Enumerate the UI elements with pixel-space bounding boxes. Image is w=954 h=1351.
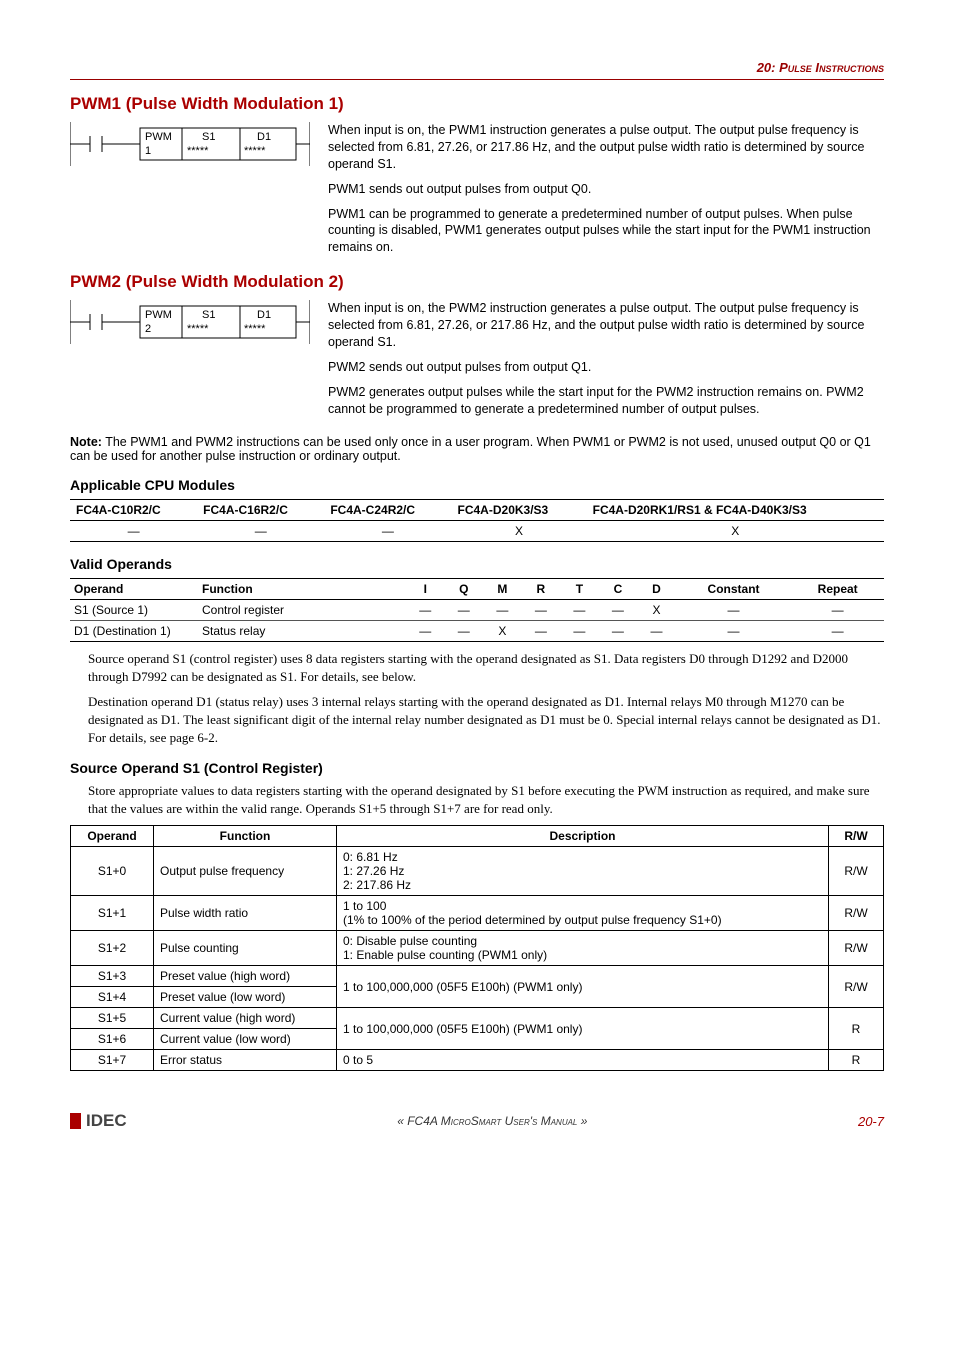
valid-operands-table: Operand Function I Q M R T C D Constant … — [70, 578, 884, 642]
col-operand: Operand — [70, 579, 198, 600]
note-text: The PWM1 and PWM2 instructions can be us… — [70, 435, 871, 463]
svg-text:*****: ***** — [244, 323, 266, 335]
source-operand-intro: Store appropriate values to data registe… — [88, 782, 884, 817]
pwm1-paragraph-3: PWM1 can be programmed to generate a pre… — [328, 206, 884, 257]
src-col-rw: R/W — [829, 826, 884, 847]
pwm2-ladder-diagram: PWM 2 S1 ***** D1 ***** — [70, 300, 310, 348]
table-row: S1+7 Error status 0 to 5 R — [71, 1050, 884, 1071]
footer-manual-title: « FC4A MicroSmart User's Manual » — [397, 1114, 587, 1128]
pwm1-paragraph-1: When input is on, the PWM1 instruction g… — [328, 122, 884, 173]
col-I: I — [406, 579, 445, 600]
source-operand-heading: Source Operand S1 (Control Register) — [70, 760, 884, 776]
svg-text:S1: S1 — [202, 309, 215, 321]
col-Q: Q — [445, 579, 484, 600]
cpu-col-3: FC4A-D20K3/S3 — [452, 500, 587, 521]
col-C: C — [599, 579, 638, 600]
table-row: S1+3 Preset value (high word) 1 to 100,0… — [71, 966, 884, 987]
pwm2-paragraph-3: PWM2 generates output pulses while the s… — [328, 384, 884, 418]
src-col-operand: Operand — [71, 826, 154, 847]
col-T: T — [560, 579, 599, 600]
table-row: S1+0 Output pulse frequency 0: 6.81 Hz 1… — [71, 847, 884, 896]
table-row: — — — X X — [70, 521, 884, 542]
col-D: D — [637, 579, 676, 600]
cpu-col-0: FC4A-C10R2/C — [70, 500, 197, 521]
applicable-cpu-table: FC4A-C10R2/C FC4A-C16R2/C FC4A-C24R2/C F… — [70, 499, 884, 542]
chapter-header: 20: Pulse Instructions — [70, 60, 884, 80]
svg-text:S1: S1 — [202, 131, 215, 143]
src-col-function: Function — [154, 826, 337, 847]
source-operand-table: Operand Function Description R/W S1+0 Ou… — [70, 825, 884, 1071]
svg-text:*****: ***** — [187, 323, 209, 335]
svg-text:PWM: PWM — [145, 309, 172, 321]
svg-text:1: 1 — [145, 145, 151, 157]
svg-text:D1: D1 — [257, 309, 271, 321]
pwm2-paragraph-2: PWM2 sends out output pulses from output… — [328, 359, 884, 376]
applicable-cpu-heading: Applicable CPU Modules — [70, 477, 884, 493]
valid-operands-heading: Valid Operands — [70, 556, 884, 572]
body-paragraph-1: Source operand S1 (control register) use… — [88, 650, 884, 685]
col-constant: Constant — [676, 579, 792, 600]
note-label: Note: — [70, 435, 102, 449]
svg-text:PWM: PWM — [145, 131, 172, 143]
note-paragraph: Note: The PWM1 and PWM2 instructions can… — [70, 435, 884, 463]
table-row: D1 (Destination 1) Status relay — — X — … — [70, 621, 884, 642]
pwm1-ladder-diagram: PWM 1 S1 ***** D1 ***** — [70, 122, 310, 170]
table-row: S1+5 Current value (high word) 1 to 100,… — [71, 1008, 884, 1029]
col-repeat: Repeat — [791, 579, 884, 600]
col-R: R — [522, 579, 561, 600]
cpu-col-1: FC4A-C16R2/C — [197, 500, 324, 521]
table-row: S1+1 Pulse width ratio 1 to 100 (1% to 1… — [71, 896, 884, 931]
pwm2-paragraph-1: When input is on, the PWM2 instruction g… — [328, 300, 884, 351]
col-M: M — [483, 579, 522, 600]
pwm1-heading: PWM1 (Pulse Width Modulation 1) — [70, 94, 884, 114]
svg-text:*****: ***** — [187, 145, 209, 157]
idec-logo: IDEC — [70, 1111, 127, 1131]
page-footer: IDEC « FC4A MicroSmart User's Manual » 2… — [70, 1111, 884, 1131]
svg-text:2: 2 — [145, 323, 151, 335]
cpu-col-4: FC4A-D20RK1/RS1 & FC4A-D40K3/S3 — [587, 500, 884, 521]
logo-icon — [70, 1113, 81, 1129]
pwm2-heading: PWM2 (Pulse Width Modulation 2) — [70, 272, 884, 292]
col-function: Function — [198, 579, 406, 600]
table-row: S1 (Source 1) Control register — — — — —… — [70, 600, 884, 621]
body-paragraph-2: Destination operand D1 (status relay) us… — [88, 693, 884, 746]
page-number: 20-7 — [858, 1114, 884, 1129]
table-row: S1+2 Pulse counting 0: Disable pulse cou… — [71, 931, 884, 966]
pwm1-paragraph-2: PWM1 sends out output pulses from output… — [328, 181, 884, 198]
logo-text: IDEC — [86, 1111, 127, 1131]
cpu-col-2: FC4A-C24R2/C — [324, 500, 451, 521]
src-col-description: Description — [337, 826, 829, 847]
svg-text:D1: D1 — [257, 131, 271, 143]
svg-text:*****: ***** — [244, 145, 266, 157]
